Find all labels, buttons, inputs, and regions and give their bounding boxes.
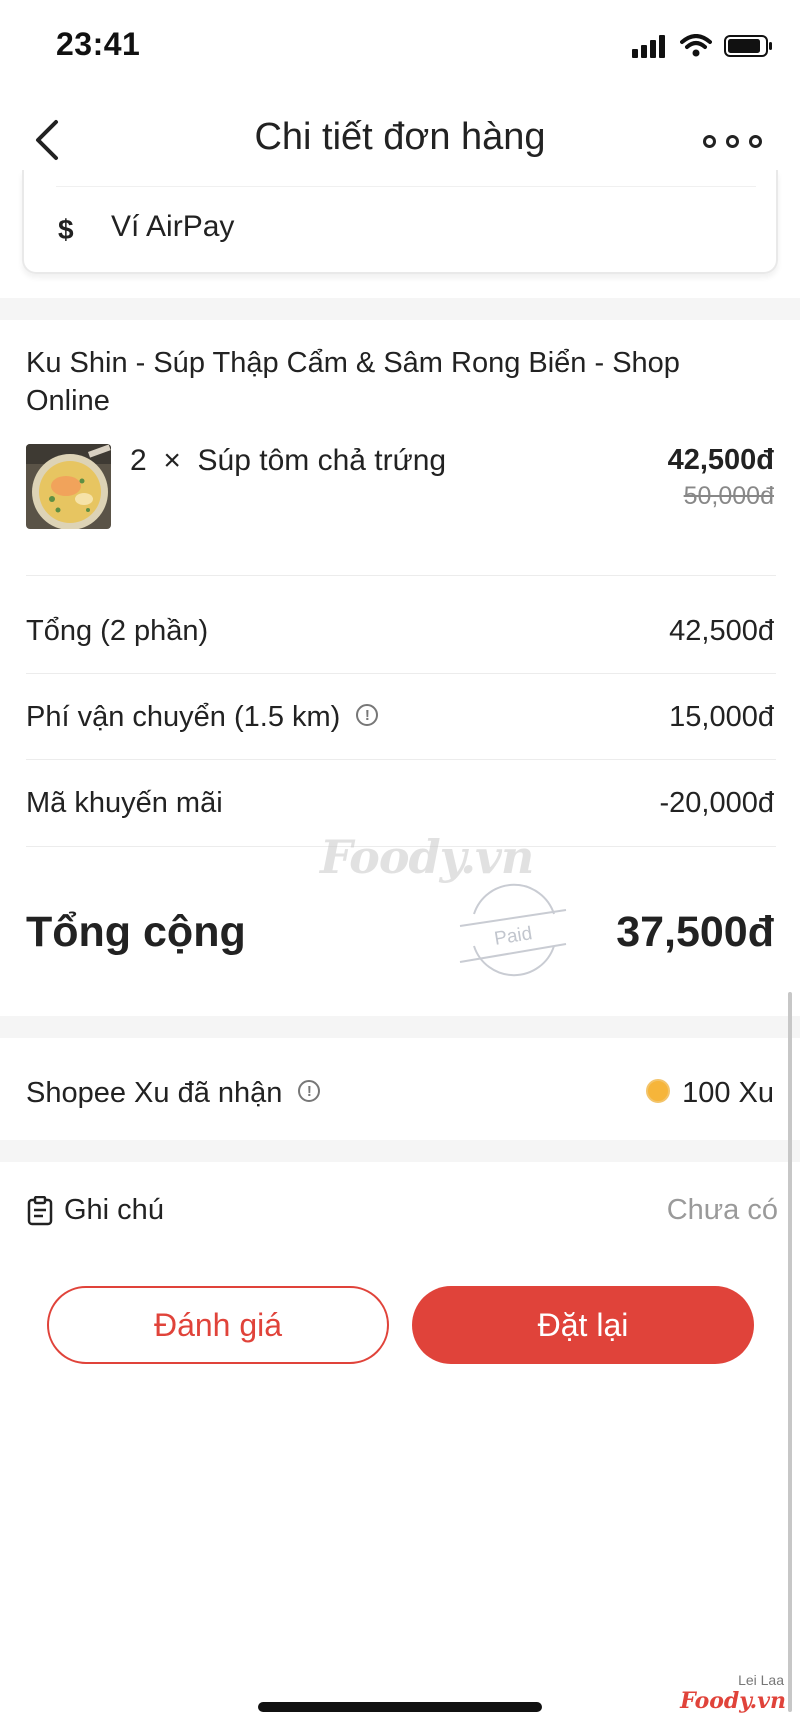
note-label: Ghi chú — [64, 1194, 164, 1226]
divider — [26, 673, 776, 674]
section-gap — [0, 1140, 800, 1162]
paid-stamp-text: Paid — [493, 923, 534, 950]
note-row[interactable]: Ghi chú — [26, 1194, 164, 1227]
item-price: 42,500đ — [667, 444, 774, 476]
info-icon[interactable]: ! — [356, 704, 379, 727]
item-original-price: 50,000đ — [683, 482, 774, 510]
divider — [26, 759, 776, 760]
shop-name[interactable]: Ku Shin - Súp Thập Cẩm & Sâm Rong Biển -… — [26, 344, 746, 420]
reorder-button[interactable]: Đặt lại — [412, 1286, 754, 1364]
shipping-value: 15,000đ — [669, 701, 774, 733]
scrollbar[interactable] — [788, 992, 792, 1712]
rate-button[interactable]: Đánh giá — [47, 1286, 389, 1364]
foody-watermark: Foody.vn — [320, 830, 534, 884]
divider — [56, 186, 756, 187]
divider — [26, 575, 776, 576]
total-label: Tổng cộng — [26, 908, 246, 956]
coins-value: 100 Xu — [682, 1077, 774, 1109]
subtotal-label: Tổng (2 phần) — [26, 615, 209, 647]
signal-icon — [632, 35, 665, 58]
total-value: 37,500đ — [616, 908, 774, 956]
shipping-label: Phí vận chuyển (1.5 km) — [26, 701, 341, 733]
dot-icon — [748, 134, 762, 148]
page-title: Chi tiết đơn hàng — [254, 116, 546, 158]
more-options-button[interactable] — [692, 122, 772, 160]
subtotal-value: 42,500đ — [669, 615, 774, 647]
home-indicator[interactable] — [258, 1702, 542, 1712]
dot-icon — [702, 134, 716, 148]
author-watermark: Lei Laa — [738, 1672, 784, 1688]
section-gap — [0, 298, 800, 320]
dollar-icon: $ — [58, 214, 74, 245]
promo-value: -20,000đ — [659, 787, 775, 819]
dot-icon — [725, 134, 739, 148]
coins-row: Shopee Xu đã nhận! — [26, 1077, 321, 1110]
item-image — [26, 444, 111, 529]
wifi-icon — [680, 34, 712, 57]
status-icons — [632, 34, 774, 58]
status-time: 23:41 — [56, 26, 141, 62]
item-quantity-name: 2 × Súp tôm chả trứng — [130, 444, 447, 477]
coins-value-wrap: 100 Xu — [646, 1077, 774, 1110]
section-gap — [0, 1016, 800, 1038]
coins-label: Shopee Xu đã nhận — [26, 1077, 283, 1109]
payment-method: Ví AirPay — [111, 210, 235, 243]
info-icon[interactable]: ! — [298, 1080, 321, 1103]
battery-icon — [724, 35, 772, 57]
shipping-row: Phí vận chuyển (1.5 km)! — [26, 701, 379, 734]
clipboard-icon — [27, 1195, 53, 1225]
paid-stamp: Paid — [459, 883, 567, 977]
coin-icon — [646, 1079, 671, 1104]
note-value: Chưa có — [666, 1194, 778, 1226]
promo-label: Mã khuyến mãi — [26, 787, 223, 819]
brand-watermark: Foody.vn — [680, 1688, 786, 1714]
